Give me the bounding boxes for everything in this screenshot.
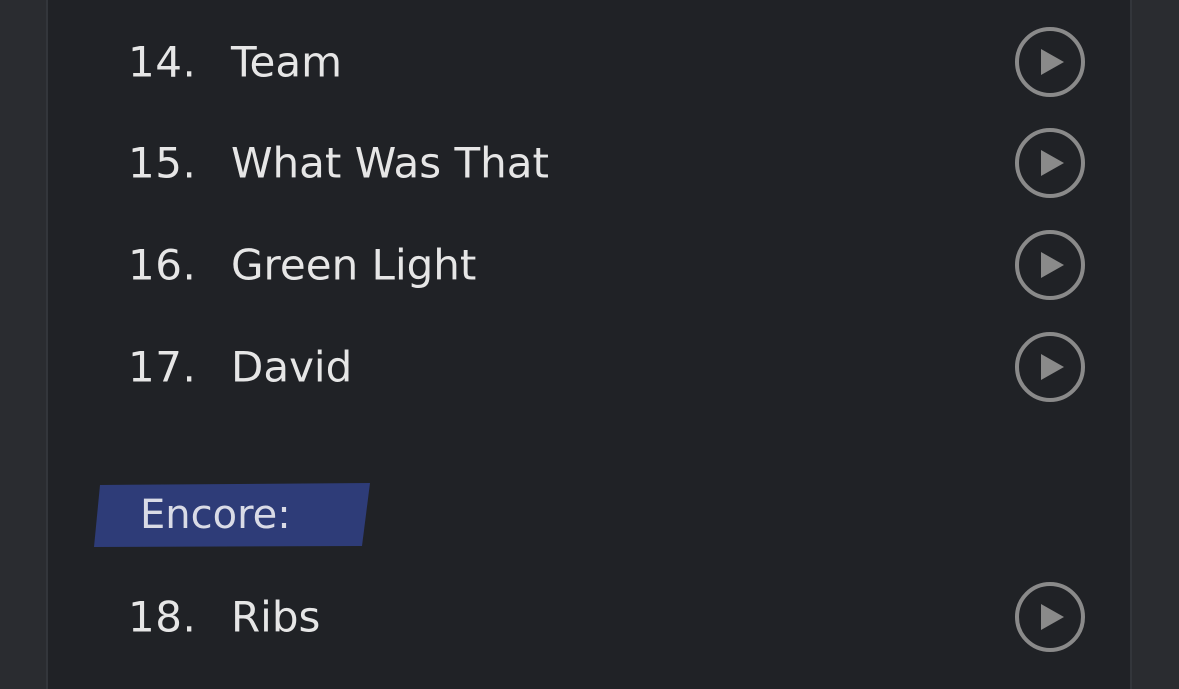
track-number: 18.: [128, 592, 197, 642]
track-row: 17. David: [48, 327, 1130, 407]
track-number: 15.: [128, 138, 197, 188]
play-button[interactable]: [1014, 581, 1086, 653]
track-number: 16.: [128, 240, 197, 290]
play-button[interactable]: [1014, 26, 1086, 98]
play-button[interactable]: [1014, 127, 1086, 199]
play-icon: [1015, 27, 1085, 97]
track-row: 18. Ribs: [48, 577, 1130, 657]
track-row: 15. What Was That: [48, 123, 1130, 203]
play-button[interactable]: [1014, 229, 1086, 301]
track-title: What Was That: [231, 138, 549, 188]
play-icon: [1015, 128, 1085, 198]
play-icon: [1015, 230, 1085, 300]
track-number: 14.: [128, 37, 197, 87]
encore-label: Encore:: [140, 492, 291, 538]
track-title: Team: [231, 37, 343, 87]
track-title: Ribs: [231, 592, 321, 642]
track-title: Green Light: [231, 240, 477, 290]
track-row: 14. Team: [48, 22, 1130, 102]
track-title: David: [231, 342, 353, 392]
track-number: 17.: [128, 342, 197, 392]
play-button[interactable]: [1014, 331, 1086, 403]
setlist-panel: 14. Team 15. What Was That 16. Green Lig…: [46, 0, 1132, 689]
encore-heading: Encore:: [94, 483, 374, 547]
play-icon: [1015, 582, 1085, 652]
track-row: 16. Green Light: [48, 225, 1130, 305]
play-icon: [1015, 332, 1085, 402]
